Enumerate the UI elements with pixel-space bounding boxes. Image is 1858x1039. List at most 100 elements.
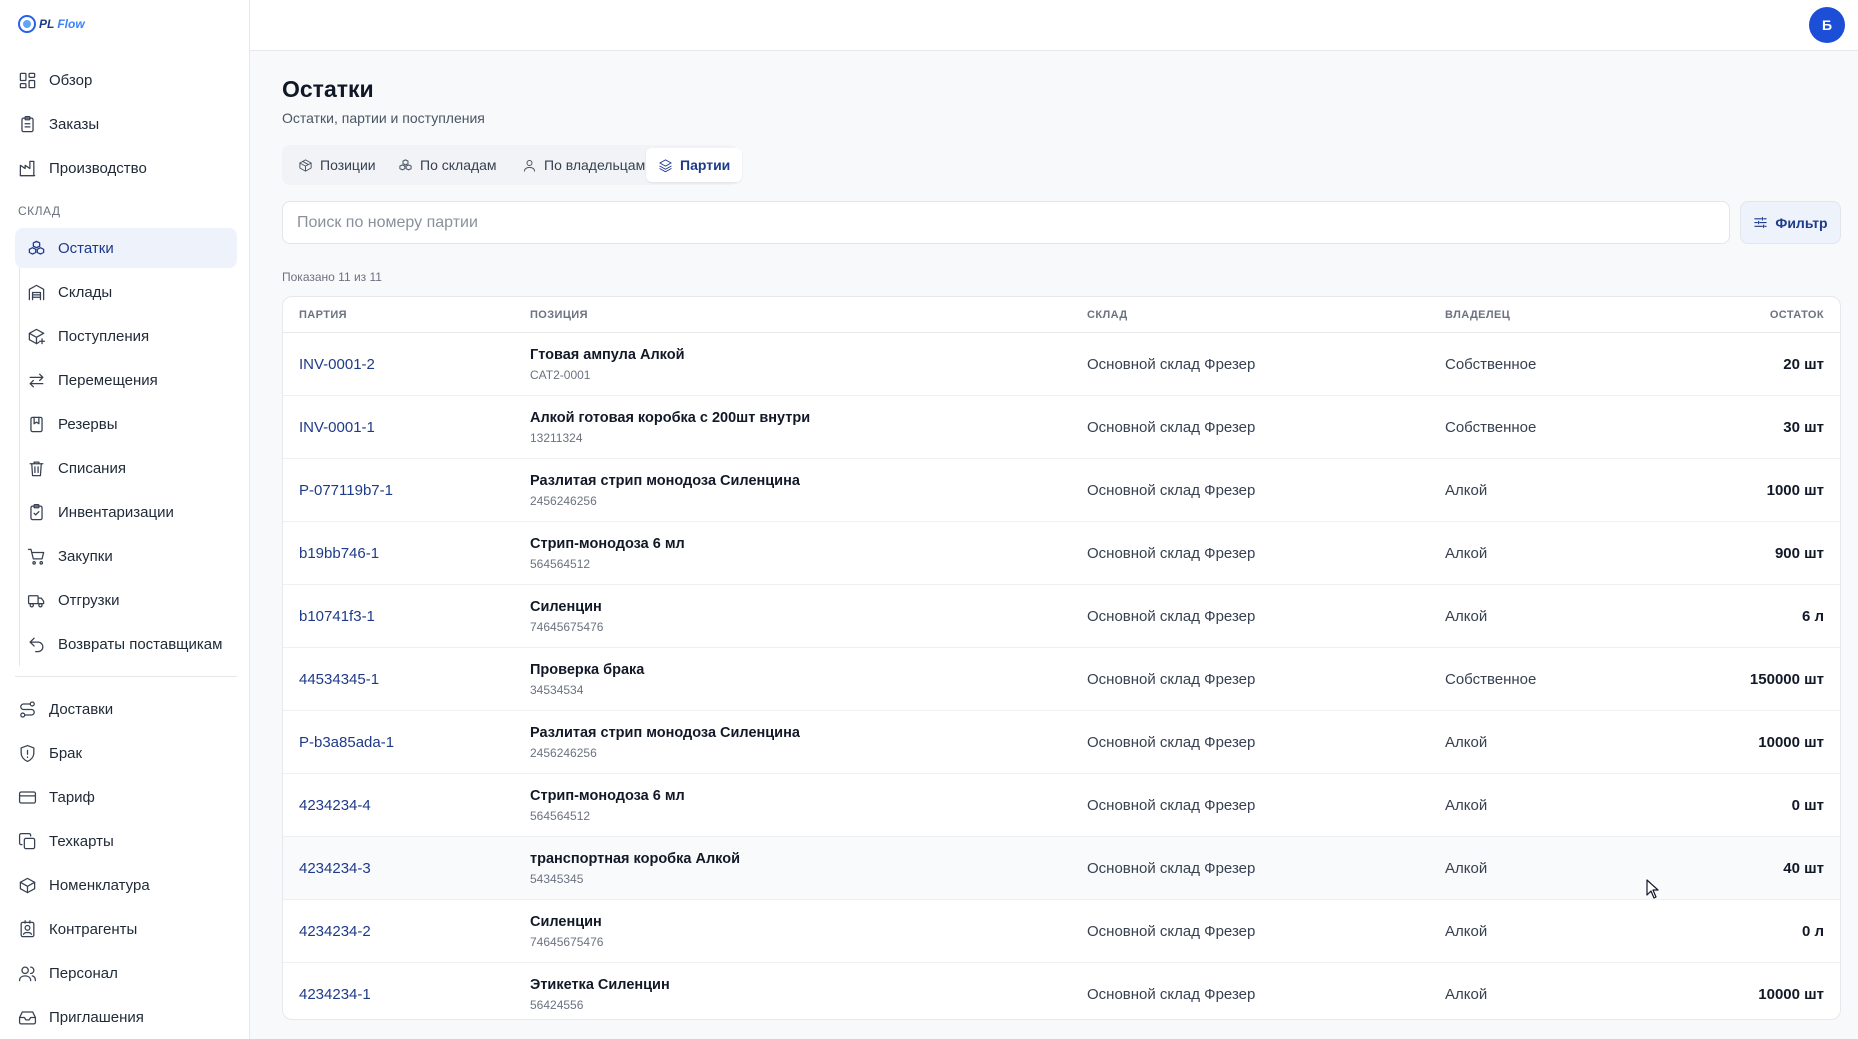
table-row[interactable]: 4234234-4 Стрип-монодоза 6 мл 564564512 Осн…: [283, 774, 1840, 837]
column-header-warehouse[interactable]: СКЛАД: [1087, 309, 1128, 321]
tab-by-owners[interactable]: По владельцам: [510, 148, 657, 182]
sidebar-item-writeoffs[interactable]: Списания: [15, 448, 237, 488]
sidebar-item-deliveries[interactable]: Доставки: [18, 689, 238, 729]
box-icon: [19, 877, 36, 893]
warehouse-cell: Основной склад Фрезер: [1087, 356, 1256, 373]
owner-cell: Алкой: [1445, 923, 1488, 940]
users-icon: [18, 966, 37, 981]
sidebar-item-orders[interactable]: Заказы: [18, 104, 238, 144]
bookmark-icon: [30, 416, 43, 432]
batch-link[interactable]: b10741f3-1: [299, 608, 375, 625]
batch-link[interactable]: 44534345-1: [299, 671, 379, 688]
clipboard-icon: [21, 115, 34, 132]
owner-cell: Алкой: [1445, 608, 1488, 625]
sidebar-item-defects[interactable]: Брак: [18, 733, 238, 773]
batches-table: ПАРТИЯ ПОЗИЦИЯ СКЛАД ВЛАДЕЛЕЦ ОСТАТОК IN…: [282, 296, 1841, 1020]
table-row[interactable]: 4234234-1 Этикетка Силенцин 56424556 Основн…: [283, 963, 1840, 1019]
filter-button[interactable]: Фильтр: [1740, 201, 1841, 244]
table-row[interactable]: 4234234-3 транспортная коробка Алкой 54345…: [283, 837, 1840, 900]
inbox-icon: [18, 1010, 37, 1024]
sidebar-item-stock[interactable]: Остатки: [15, 228, 237, 268]
warehouse-cell: Основной склад Фрезер: [1087, 419, 1256, 436]
batch-link[interactable]: 4234234-2: [299, 923, 371, 940]
sidebar-item-transfers[interactable]: Перемещения: [15, 360, 237, 400]
trash-icon: [29, 461, 44, 476]
sidebar-item-purchases[interactable]: Закупки: [15, 536, 237, 576]
batch-link[interactable]: INV-0001-1: [299, 419, 375, 436]
table-row[interactable]: 4234234-2 Силенцин 74645675476 Основной скл…: [283, 900, 1840, 963]
warehouse-cell: Основной склад Фрезер: [1087, 671, 1256, 688]
table-row[interactable]: INV-0001-1 Алкой готовая коробка с 200шт …: [283, 396, 1840, 459]
page-subtitle: Остатки, партии и поступления: [282, 110, 485, 126]
batch-search-input[interactable]: [282, 201, 1730, 244]
column-header-qty[interactable]: ОСТАТОК: [1770, 309, 1824, 321]
sidebar-item-label: Доставки: [49, 700, 114, 718]
warehouse-cell: Основной склад Фрезер: [1087, 482, 1256, 499]
sidebar-item-reserves[interactable]: Резервы: [15, 404, 237, 444]
tab-label: Позиции: [320, 157, 376, 173]
user-icon: [524, 159, 535, 172]
owner-cell: Алкой: [1445, 986, 1488, 1003]
sidebar-item-label: Отгрузки: [58, 591, 120, 609]
quantity-cell: 20 шт: [1783, 356, 1824, 373]
batch-link[interactable]: 4234234-4: [299, 797, 371, 814]
table-row[interactable]: P-077119b7-1 Разлитая стрип монодоза Силе…: [283, 459, 1840, 522]
item-name: Силенцин: [530, 599, 602, 615]
sidebar-item-label: Инвентаризации: [58, 503, 174, 521]
sidebar-item-warehouses[interactable]: Склады: [15, 272, 237, 312]
batch-link[interactable]: P-b3a85ada-1: [299, 734, 394, 751]
sidebar-item-nomenclature[interactable]: Номенклатура: [18, 865, 238, 905]
sidebar-item-receipts[interactable]: Поступления: [15, 316, 237, 356]
table-row[interactable]: 44534345-1 Проверка брака 34534534 Основной…: [283, 648, 1840, 711]
undo-icon: [29, 637, 44, 652]
clipboard-check-icon: [30, 503, 43, 520]
item-code: 56424556: [530, 998, 584, 1012]
sidebar-item-counterparties[interactable]: Контрагенты: [18, 909, 238, 949]
sidebar-item-inventories[interactable]: Инвентаризации: [15, 492, 237, 532]
batch-link[interactable]: INV-0001-2: [299, 356, 375, 373]
owner-cell: Собственное: [1445, 671, 1537, 688]
column-header-item[interactable]: ПОЗИЦИЯ: [530, 309, 588, 321]
tab-label: Партии: [680, 157, 731, 173]
column-header-batch[interactable]: ПАРТИЯ: [299, 309, 347, 321]
owner-cell: Алкой: [1445, 734, 1488, 751]
item-code: 34534534: [530, 683, 584, 697]
owner-cell: Алкой: [1445, 482, 1488, 499]
table-row[interactable]: INV-0001-2 Гтовая ампула Алкой CAT2-0001 Ос…: [283, 333, 1840, 396]
batch-link[interactable]: P-077119b7-1: [299, 482, 393, 499]
batch-link[interactable]: 4234234-1: [299, 986, 371, 1003]
tab-batches[interactable]: Партии: [646, 148, 743, 182]
tab-positions[interactable]: Позиции: [286, 148, 388, 182]
sidebar-item-shipments[interactable]: Отгрузки: [15, 580, 237, 620]
sidebar-item-label: Закупки: [58, 547, 113, 565]
item-code: 2456246256: [530, 494, 597, 508]
shield-alert-icon: [20, 744, 35, 762]
table-row[interactable]: b19bb746-1 Стрип-монодоза 6 мл 564564512 Ос…: [283, 522, 1840, 585]
tab-label: По владельцам: [544, 157, 646, 173]
sidebar-item-tech-cards[interactable]: Техкарты: [18, 821, 238, 861]
sidebar-item-label: Возвраты поставщикам: [58, 635, 223, 653]
column-header-owner[interactable]: ВЛАДЕЛЕЦ: [1445, 309, 1510, 321]
sidebar-item-staff[interactable]: Персонал: [18, 953, 238, 993]
batch-link[interactable]: 4234234-3: [299, 860, 371, 877]
warehouse-cell: Основной склад Фрезер: [1087, 923, 1256, 940]
table-row[interactable]: b10741f3-1 Силенцин 74645675476 Основной ск…: [283, 585, 1840, 648]
item-name: транспортная коробка Алкой: [530, 851, 741, 867]
table-row[interactable]: P-b3a85ada-1 Разлитая стрип монодоза Силе…: [283, 711, 1840, 774]
sidebar-item-invitations[interactable]: Приглашения: [18, 997, 238, 1037]
user-avatar[interactable]: Б: [1809, 7, 1845, 43]
sidebar-item-supplier-returns[interactable]: Возвраты поставщикам: [15, 624, 237, 664]
quantity-cell: 900 шт: [1774, 545, 1824, 562]
sidebar-item-production[interactable]: Производство: [18, 148, 238, 188]
owner-cell: Собственное: [1445, 356, 1537, 373]
contact-icon: [20, 919, 35, 937]
app-logo[interactable]: PL Flow: [18, 12, 85, 36]
view-tabs: Позиции По складам По владельцам Партии: [282, 145, 743, 185]
sidebar-item-tariff[interactable]: Тариф: [18, 777, 238, 817]
sidebar-item-overview[interactable]: Обзор: [18, 60, 238, 100]
package-icon: [299, 158, 312, 172]
mouse-cursor-icon: [1646, 879, 1659, 899]
batch-link[interactable]: b19bb746-1: [299, 545, 379, 562]
sidebar-item-label: Контрагенты: [49, 920, 138, 938]
tab-by-warehouses[interactable]: По складам: [386, 148, 509, 182]
